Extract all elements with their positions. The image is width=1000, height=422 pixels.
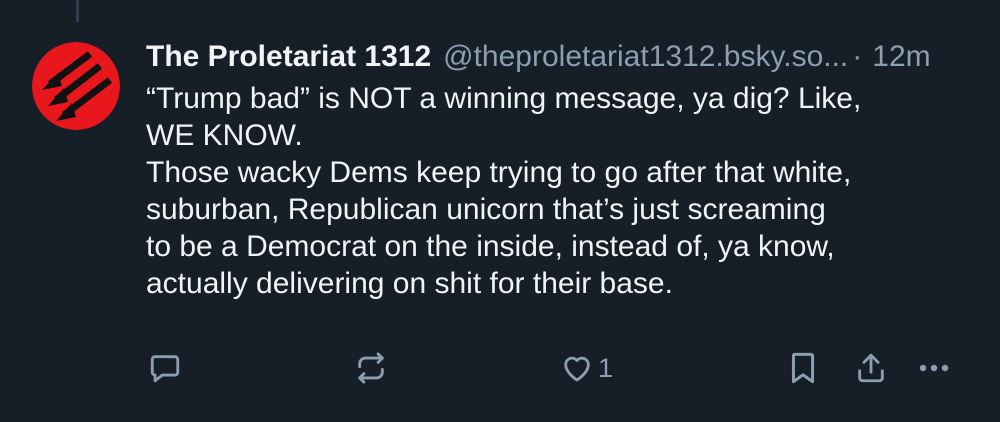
heart-icon	[564, 356, 590, 382]
post-content: The Proletariat 1312 @theproletariat1312…	[146, 36, 976, 302]
repost-button[interactable]	[354, 348, 388, 388]
post-text: “Trump bad” is NOT a winning message, ya…	[146, 80, 976, 302]
post-text-line: actually delivering on shit for their ba…	[146, 267, 673, 300]
post-text-line: suburban, Republican unicorn that’s just…	[146, 193, 826, 226]
post-text-line: Those wacky Dems keep trying to go after…	[146, 156, 852, 189]
author-handle[interactable]: @theproletariat1312.bsky.so...	[443, 36, 848, 78]
post-text-line: WE KNOW.	[146, 119, 303, 152]
avatar[interactable]	[32, 42, 120, 130]
post-timestamp[interactable]: 12m	[872, 36, 930, 78]
author-display-name[interactable]: The Proletariat 1312	[146, 36, 431, 78]
post-text-line: “Trump bad” is NOT a winning message, ya…	[146, 82, 862, 115]
like-count: 1	[598, 352, 614, 383]
share-icon	[858, 353, 884, 383]
reply-button[interactable]	[148, 348, 182, 388]
like-button[interactable]: 1	[560, 348, 613, 388]
thread-connector-line	[76, 0, 79, 22]
reply-bubble-icon	[150, 355, 180, 383]
bookmark-button[interactable]	[788, 348, 818, 388]
bookmark-icon	[791, 352, 815, 384]
header-separator: ·	[852, 40, 863, 73]
more-options-button[interactable]	[916, 348, 952, 388]
post-header: The Proletariat 1312 @theproletariat1312…	[146, 36, 976, 78]
post-text-line: to be a Democrat on the inside, instead …	[146, 230, 835, 263]
three-arrows-icon	[32, 42, 120, 130]
more-dots-icon	[919, 364, 949, 372]
post-actions-bar: 1	[146, 348, 966, 388]
share-button[interactable]	[854, 348, 888, 388]
repost-icon	[358, 352, 384, 384]
